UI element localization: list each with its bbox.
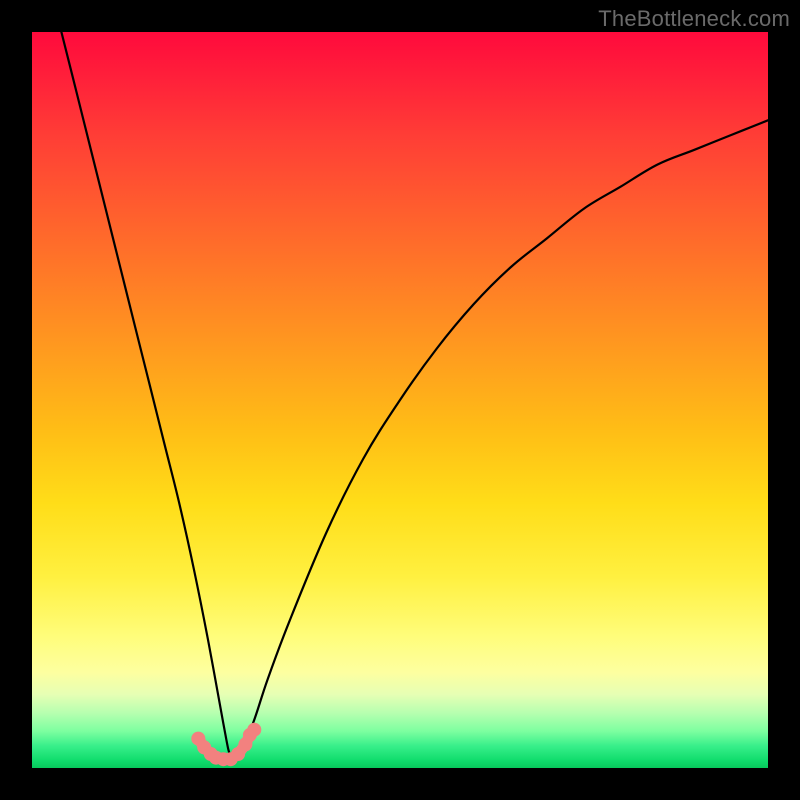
plot-area bbox=[32, 32, 768, 768]
curve-line bbox=[61, 32, 768, 761]
watermark-text: TheBottleneck.com bbox=[598, 6, 790, 32]
bottleneck-curve bbox=[32, 32, 768, 768]
marker-dot bbox=[247, 723, 261, 737]
chart-frame: TheBottleneck.com bbox=[0, 0, 800, 800]
